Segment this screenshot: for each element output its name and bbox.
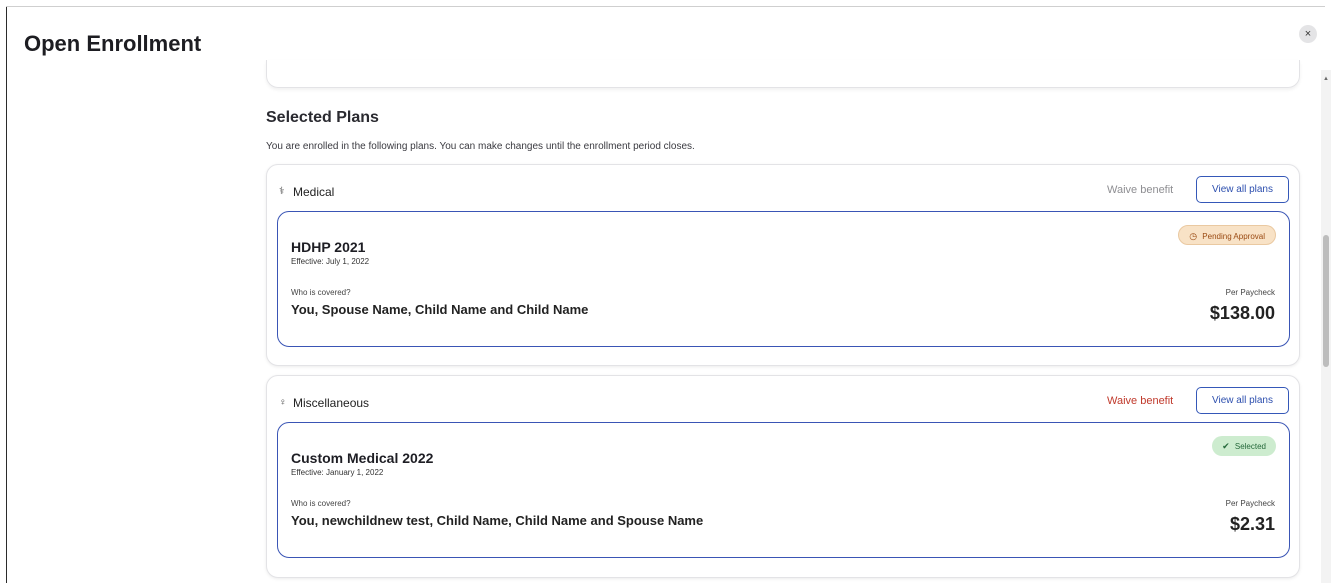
waive-benefit-button[interactable]: Waive benefit: [1107, 184, 1173, 196]
cost-label: Per Paycheck: [1225, 499, 1275, 508]
close-button[interactable]: ×: [1299, 25, 1317, 43]
stethoscope-icon: ⚕: [279, 186, 285, 197]
benefit-card-miscellaneous: ♀ Miscellaneous Waive benefit View all p…: [266, 375, 1300, 578]
section-description: You are enrolled in the following plans.…: [266, 141, 695, 152]
window-border: [6, 6, 7, 583]
window-border-top: [6, 6, 1325, 7]
cost-value: $2.31: [1229, 514, 1275, 534]
previous-card: [266, 60, 1300, 88]
status-badge: ◷ Pending Approval: [1178, 225, 1276, 245]
plan-name: Custom Medical 2022: [291, 450, 434, 466]
plan-card[interactable]: HDHP 2021 Effective: July 1, 2022 ◷ Pend…: [277, 211, 1290, 347]
waive-benefit-button[interactable]: Waive benefit: [1107, 395, 1173, 407]
section-title: Selected Plans: [266, 109, 379, 126]
plan-effective-date: Effective: July 1, 2022: [291, 257, 370, 266]
page-title: Open Enrollment: [24, 31, 202, 56]
benefit-category: Medical: [293, 185, 335, 199]
covered-value: You, newchildnew test, Child Name, Child…: [291, 513, 704, 528]
scroll-up-icon[interactable]: ▲: [1321, 76, 1331, 82]
covered-label: Who is covered?: [291, 499, 351, 508]
status-label: Selected: [1234, 442, 1266, 451]
cost-label: Per Paycheck: [1225, 288, 1275, 297]
benefit-card-medical: ⚕ Medical Waive benefit View all plans H…: [266, 164, 1300, 366]
check-circle-icon: ✔: [1222, 441, 1230, 451]
scrollbar-thumb[interactable]: [1323, 235, 1329, 367]
plan-name: HDHP 2021: [291, 239, 366, 255]
benefit-category: Miscellaneous: [293, 396, 370, 410]
status-label: Pending Approval: [1202, 232, 1265, 241]
lightbulb-icon: ♀: [279, 397, 287, 408]
close-icon[interactable]: ×: [1305, 28, 1311, 40]
scrollbar[interactable]: ▲: [1321, 70, 1331, 583]
clock-icon: ◷: [1189, 231, 1198, 241]
cost-value: $138.00: [1209, 303, 1275, 323]
view-all-plans-button[interactable]: View all plans: [1196, 387, 1289, 414]
covered-value: You, Spouse Name, Child Name and Child N…: [291, 302, 589, 317]
covered-label: Who is covered?: [291, 288, 351, 297]
view-all-plans-button[interactable]: View all plans: [1196, 176, 1289, 203]
status-badge: ✔ Selected: [1212, 436, 1276, 456]
plan-card[interactable]: Custom Medical 2022 Effective: January 1…: [277, 422, 1290, 558]
plan-effective-date: Effective: January 1, 2022: [291, 468, 384, 477]
